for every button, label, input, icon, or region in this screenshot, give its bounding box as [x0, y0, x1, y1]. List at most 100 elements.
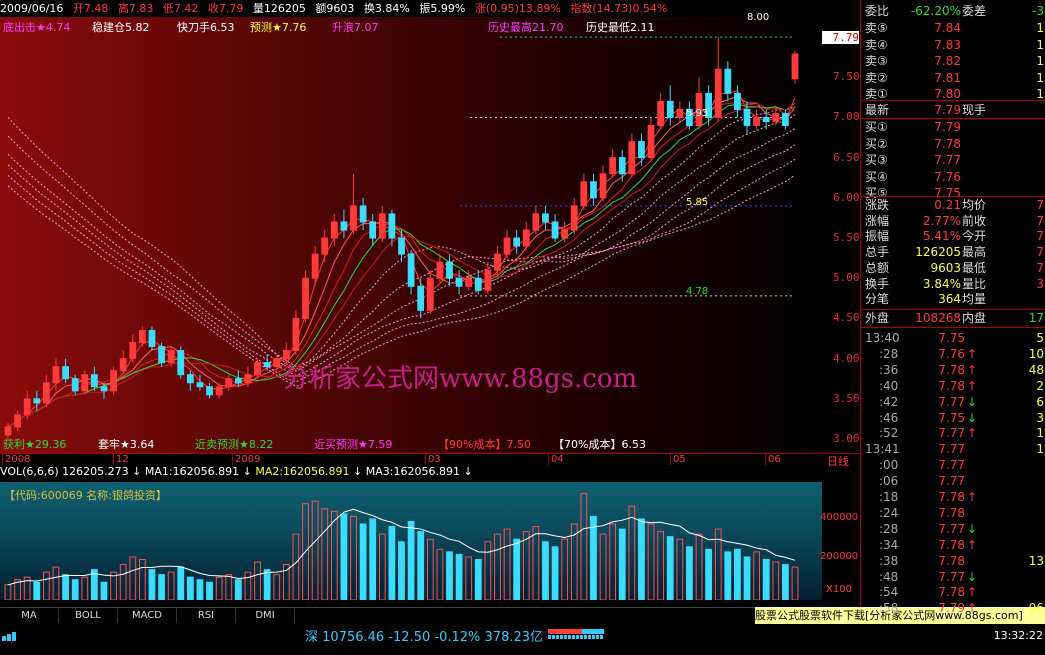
- candle-body: [148, 329, 156, 348]
- candle-body: [33, 398, 41, 404]
- stat-label: 换手: [865, 276, 890, 291]
- tab-dmi[interactable]: DMI: [236, 608, 295, 623]
- volume-axis: 400000 200000 X100: [820, 482, 860, 600]
- tick-volume: 1: [1036, 442, 1044, 457]
- candle-body: [734, 92, 741, 110]
- stat-row: 总手 126205 最高 7: [861, 244, 1045, 260]
- buy-row: 买④ 7.76: [861, 169, 1045, 185]
- up-arrow-icon: ↑: [967, 601, 978, 616]
- down-arrow-icon: ↓: [132, 465, 142, 478]
- stat-value: 2.77%: [922, 213, 961, 228]
- volume-bar: [158, 574, 165, 601]
- tick-price: 7.75: [938, 410, 965, 425]
- tab-rsi[interactable]: RSI: [177, 608, 236, 623]
- sell-row: 卖③ 7.82 1: [861, 53, 1045, 69]
- inner-outer-row: 外盘 108268 内盘 17: [861, 310, 1045, 326]
- overlay-label-forecast: 预测★7.76: [250, 21, 307, 34]
- date-label: 2009/06/16: [0, 2, 64, 15]
- volume-bar: [234, 579, 242, 601]
- tick-price: 7.78: [938, 505, 965, 520]
- overlay-label-trapped: 套牢★3.64: [98, 438, 155, 451]
- candle-body: [542, 213, 549, 223]
- waipan-label: 外盘: [865, 311, 890, 325]
- candle-body: [724, 68, 732, 94]
- volume-bar: [561, 538, 569, 601]
- stat-label: 均价: [962, 198, 987, 212]
- tick-row: :18 7.78 ↑: [861, 489, 1045, 505]
- tick-price: 7.78: [938, 362, 965, 377]
- tick-time: :06: [879, 474, 899, 489]
- volume-bar: [772, 561, 780, 601]
- volume-bar: [676, 538, 684, 601]
- candle-body: [513, 237, 521, 247]
- volume-bar: [638, 518, 645, 601]
- period-label[interactable]: 日线: [827, 453, 849, 469]
- volume-bar: [186, 576, 194, 601]
- candle-body: [273, 358, 281, 368]
- weibi-value: -62.20%: [910, 4, 961, 18]
- candle-body: [417, 285, 425, 311]
- ref-label-800: 8.00: [747, 12, 770, 23]
- index-ticker[interactable]: 深 10756.46 -12.50 -0.12% 378.23亿: [305, 626, 543, 645]
- stat-value: 9603: [930, 260, 961, 275]
- stat-value: 7: [1036, 213, 1044, 228]
- candle-body: [455, 277, 463, 287]
- tick-row: :00 7.77: [861, 457, 1045, 473]
- ma1-label: MA1:162056.891: [144, 465, 240, 478]
- volume-bar: [782, 564, 789, 601]
- volume-bar: [138, 558, 146, 601]
- tick-price: 7.77: [938, 569, 965, 584]
- weicha-label: 委差: [962, 4, 987, 18]
- candle-body: [215, 386, 223, 396]
- candle-body: [676, 108, 684, 118]
- volume-bar: [628, 505, 636, 601]
- latest-label: 最新: [865, 103, 890, 117]
- volume-label: 量126205: [252, 2, 306, 15]
- candle-body: [340, 221, 348, 231]
- neipan-label: 内盘: [962, 311, 987, 325]
- buy-price: 7.76: [934, 169, 961, 184]
- up-arrow-icon: ↑: [967, 378, 978, 393]
- volume-bar: [753, 551, 760, 601]
- volume-bar: [647, 523, 655, 601]
- tick-row: :36 7.78 ↑ 48: [861, 362, 1045, 378]
- signal-bars-icon: [2, 632, 20, 641]
- tab-ma[interactable]: MA: [0, 608, 59, 623]
- amplitude-label: 振5.99%: [419, 2, 466, 15]
- neipan-value: 17: [1028, 311, 1044, 325]
- tick-row: :06 7.77: [861, 473, 1045, 489]
- candle-body: [753, 116, 760, 127]
- stat-value: 7: [1036, 198, 1044, 212]
- candle-body: [484, 269, 492, 291]
- long-ma-band: [7, 174, 796, 387]
- candle-body: [254, 362, 261, 376]
- tick-time: :40: [879, 378, 899, 393]
- volume-bar: [618, 528, 626, 601]
- buy-label: 买①: [865, 120, 888, 134]
- latest-row: 最新 7.79 现手: [861, 102, 1045, 118]
- volume-bar: [455, 553, 463, 601]
- candle-body: [292, 317, 300, 352]
- tick-price: 7.77: [938, 521, 965, 536]
- vol-axis-200000: 200000: [820, 551, 859, 562]
- index-change: -12.50: [388, 630, 431, 645]
- volume-bar: [4, 584, 12, 601]
- overlay-label-knife: 快刀手6.53: [177, 21, 235, 34]
- volume-bar: [62, 574, 69, 601]
- down-arrow-icon: ↓: [967, 521, 978, 536]
- date-axis-tick: 06: [765, 454, 781, 465]
- stat-value: 7: [1036, 245, 1044, 260]
- tab-macd[interactable]: MACD: [118, 608, 177, 623]
- watermark: 分析家公式网www.88gs.com: [283, 364, 638, 394]
- candle-body: [225, 378, 233, 388]
- volume-bar: [494, 533, 501, 601]
- down-arrow-icon: ↓: [463, 465, 473, 478]
- stat-row: 分笔 364 均量: [861, 291, 1045, 307]
- sell-volume: 1: [1036, 70, 1044, 85]
- candle-body: [167, 350, 175, 364]
- volume-bar: [532, 526, 540, 601]
- candle-body: [81, 374, 89, 392]
- tab-boll[interactable]: BOLL: [59, 608, 118, 623]
- volume-chart-panel[interactable]: 【代码:600069 名称:银鸽投资】: [0, 482, 822, 601]
- candle-body: [532, 213, 540, 231]
